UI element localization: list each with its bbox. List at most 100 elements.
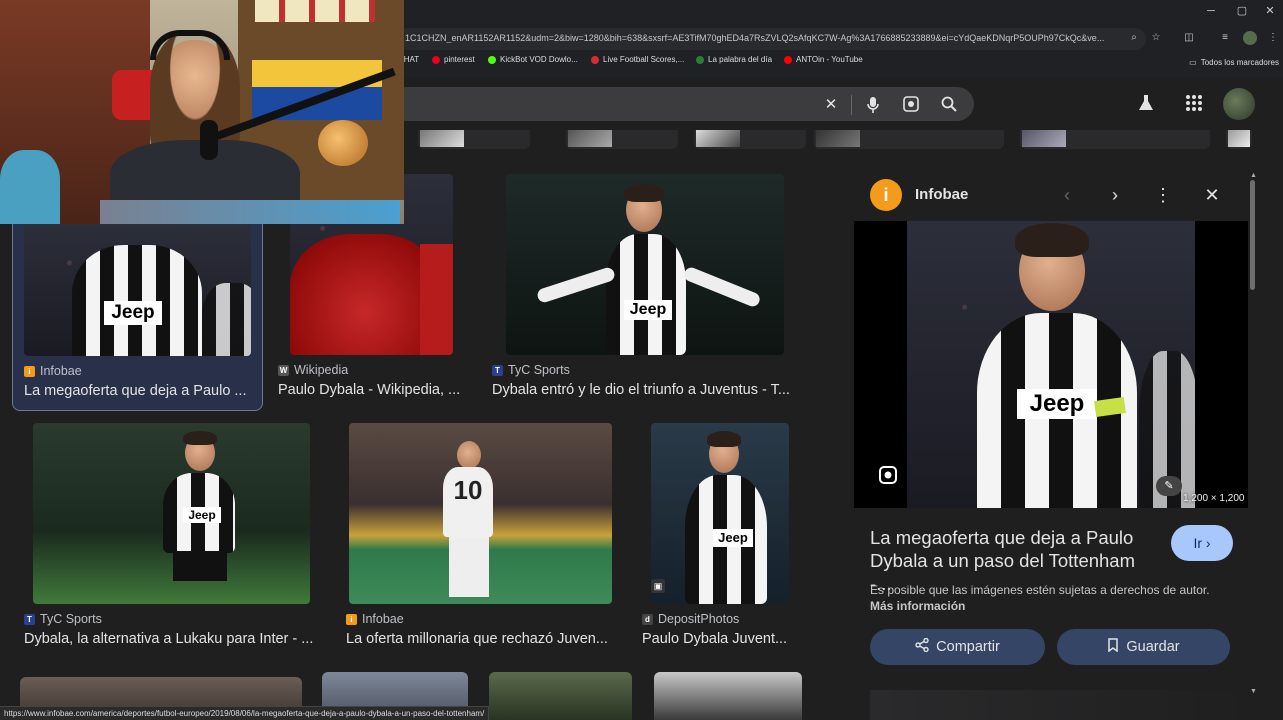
preview-photo: Jeep <box>907 221 1195 508</box>
save-button[interactable]: Guardar <box>1057 629 1230 665</box>
image-result[interactable]: Jeep i Infobae La megaoferta que deja a P… <box>12 210 263 411</box>
result-title[interactable]: La oferta millonaria que rechazó Juven..… <box>346 631 616 647</box>
jersey-shape <box>202 283 251 356</box>
media-control-icon[interactable]: ≡ <box>1218 31 1232 45</box>
visit-button[interactable]: Ir › <box>1171 525 1233 561</box>
source-name: Wikipedia <box>294 363 349 377</box>
result-title[interactable]: La megaoferta que deja a Paulo ... <box>24 383 254 399</box>
magic-wand-icon[interactable]: ✎ <box>1156 476 1182 496</box>
minimize-button[interactable]: ─ <box>1197 2 1225 20</box>
maximize-button[interactable]: ▢ <box>1228 2 1256 20</box>
camera-lens-icon[interactable] <box>902 96 920 114</box>
search-icon[interactable] <box>940 96 958 114</box>
profile-avatar[interactable] <box>1243 31 1257 45</box>
image-result[interactable]: Jeep T TyC Sports Dybala, la alternativa … <box>20 423 320 653</box>
chip-thumbnail <box>1228 130 1250 147</box>
chip-thumbnail <box>568 130 612 147</box>
result-source: i Infobae <box>346 612 404 626</box>
chip-thumbnail <box>1022 130 1066 147</box>
google-account-avatar[interactable] <box>1223 88 1255 120</box>
scroll-up-icon[interactable]: ▲ <box>1250 172 1257 179</box>
result-title[interactable]: Dybala, la alternativa a Lukaku para Int… <box>24 631 320 647</box>
jersey-shape <box>606 234 686 355</box>
result-title[interactable]: Paulo Dybala - Wikipedia, ... <box>278 382 473 398</box>
infobae-favicon: i <box>346 613 357 625</box>
preview-image[interactable]: Jeep ✎ 1,200 × 1,200 <box>854 221 1248 508</box>
tyc-favicon: T <box>492 364 503 376</box>
flask-icon[interactable] <box>1136 94 1156 114</box>
zoom-icon[interactable]: ⌕ <box>1127 31 1141 45</box>
bookmark-icon <box>1107 638 1119 656</box>
result-image[interactable]: Jeep <box>33 423 310 604</box>
menu-dots-icon[interactable]: ⋮ <box>1266 31 1280 45</box>
apps-grid-icon[interactable] <box>1184 94 1204 114</box>
all-bookmarks[interactable]: ▭ Todos los marcadores <box>1189 58 1279 67</box>
source-name: Infobae <box>362 612 404 626</box>
bookmark-kickbot[interactable]: KickBot VOD Dowlo... <box>488 55 578 64</box>
related-chip[interactable] <box>694 130 806 149</box>
image-icon: ▣ <box>651 579 665 593</box>
chevron-right-icon[interactable]: › <box>1104 184 1126 206</box>
related-chip[interactable] <box>418 130 530 149</box>
microphone-icon[interactable] <box>864 96 882 114</box>
status-bar-url: https://www.infobae.com/america/deportes… <box>0 706 490 720</box>
bookmark-pinterest[interactable]: pinterest <box>432 55 475 64</box>
related-chip[interactable] <box>566 130 678 149</box>
result-image[interactable]: Jeep <box>24 223 251 356</box>
visual-search-icon[interactable] <box>877 465 899 487</box>
bookmark-live-football[interactable]: Live Football Scores,... <box>591 55 684 64</box>
bookmark-label: Live Football Scores,... <box>603 55 685 64</box>
close-icon[interactable]: ✕ <box>822 96 840 114</box>
image-result[interactable]: W Wikipedia Paulo Dybala - Wikipedia, ... <box>275 174 475 410</box>
result-source: T TyC Sports <box>24 612 102 626</box>
address-url[interactable]: 1C1CHZN_enAR1152AR1152&udm=2&biw=1280&bi… <box>405 33 1120 43</box>
result-source: W Wikipedia <box>278 363 348 377</box>
result-image[interactable]: 10 <box>349 423 612 604</box>
image-result[interactable] <box>489 672 632 720</box>
jersey-number: 10 <box>453 475 483 505</box>
image-dimensions: 1,200 × 1,200 <box>1183 493 1245 504</box>
bookmark-palabra[interactable]: La palabra del día <box>696 55 772 64</box>
player-legs <box>449 537 489 597</box>
bookmark-youtube[interactable]: ANTOin - YouTube <box>784 55 863 64</box>
player-hair <box>183 431 217 445</box>
related-chip[interactable] <box>1020 130 1210 149</box>
divider <box>851 95 852 115</box>
panel-source-name[interactable]: Infobae <box>915 186 968 203</box>
related-chip[interactable] <box>1226 130 1252 149</box>
more-results-strip <box>870 690 1250 720</box>
close-icon[interactable]: ✕ <box>1201 184 1223 206</box>
result-image[interactable]: Jeep <box>506 174 784 355</box>
app-root: ─ ▢ ✕ 1C1CHZN_enAR1152AR1152&udm=2&biw=1… <box>0 0 1283 720</box>
result-image[interactable]: Jeep ▣ <box>651 423 789 604</box>
ball <box>318 120 368 166</box>
image-result[interactable]: Jeep ▣ d DepositPhotos Paulo Dybala Juven… <box>640 423 810 653</box>
image-result[interactable]: Jeep T TyC Sports Dybala entró y le dio e… <box>490 174 810 410</box>
result-title[interactable]: Paulo Dybala Juvent... <box>642 631 807 647</box>
player-shorts <box>173 551 227 581</box>
star-icon[interactable]: ☆ <box>1149 31 1163 45</box>
scroll-down-icon[interactable]: ▼ <box>1250 688 1257 695</box>
share-button[interactable]: Compartir <box>870 629 1045 665</box>
bookmark-label: La palabra del día <box>708 55 773 64</box>
close-window-button[interactable]: ✕ <box>1256 2 1283 20</box>
panel-scrollbar[interactable] <box>1250 180 1255 290</box>
more-vert-icon[interactable]: ⋮ <box>1152 184 1174 206</box>
jersey-sponsor: Jeep <box>183 507 221 523</box>
search-input[interactable] <box>398 87 974 121</box>
chevron-left-icon[interactable]: ‹ <box>1056 184 1078 206</box>
more-info-link[interactable]: Más información <box>870 599 965 613</box>
chip-thumbnail <box>696 130 740 147</box>
extensions-icon[interactable]: ◫ <box>1182 31 1196 45</box>
jersey-sponsor: Jeep <box>624 300 672 320</box>
blue-object <box>0 150 60 224</box>
bookmark-label: KickBot VOD Dowlo... <box>500 55 578 64</box>
desk-hands <box>100 200 400 224</box>
related-chip[interactable] <box>814 130 1004 149</box>
image-result[interactable] <box>654 672 802 720</box>
source-name: TyC Sports <box>508 363 570 377</box>
palabra-icon <box>696 55 704 64</box>
image-result[interactable]: 10 i Infobae La oferta millonaria que rec… <box>340 423 625 653</box>
result-title[interactable]: Dybala entró y le dio el triunfo a Juven… <box>492 382 802 398</box>
depositphotos-favicon: d <box>642 613 653 625</box>
